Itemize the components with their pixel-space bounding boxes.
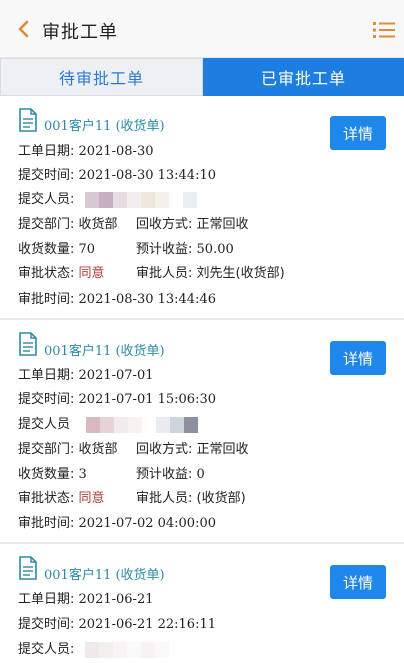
dept-label: 提交部门: (18, 442, 75, 457)
status-label: 审批状态: (18, 491, 75, 506)
income-value: 0 (196, 467, 205, 482)
submitter-label: 提交人员 (18, 417, 71, 432)
work-order-card: 001客户11 (收货单) 详情 工单日期: 2021-08-30 提交时间: … (0, 96, 404, 318)
submitter-row: 提交人员 (18, 413, 199, 433)
income-row: 预计收益: 50.00 (136, 238, 234, 257)
submitter-redacted (86, 416, 199, 433)
dept-row: 提交部门: 收货部 (18, 213, 118, 232)
approve-time-label: 审批时间: (18, 516, 75, 531)
app-header: 审批工单 (0, 0, 404, 58)
order-date-value: 2021-06-21 (78, 592, 154, 607)
qty-label: 收货数量: (18, 242, 75, 257)
approver-label: 审批人员: (136, 266, 193, 281)
submit-time-label: 提交时间: (18, 392, 75, 407)
work-order-card: 001客户11 (收货单) 详情 工单日期: 2021-07-01 提交时间: … (0, 320, 404, 542)
submit-time-value: 2021-06-21 22:16:11 (78, 617, 217, 632)
tab-pending[interactable]: 待审批工单 (0, 58, 203, 96)
dept-value: 收货部 (78, 442, 118, 457)
dept-value: 收货部 (78, 217, 118, 232)
order-date-row: 工单日期: 2021-07-01 (18, 364, 153, 383)
method-row: 回收方式: 正常回收 (136, 438, 249, 457)
status-label: 审批状态: (18, 266, 75, 281)
document-icon (19, 108, 37, 132)
dept-label: 提交部门: (18, 217, 75, 232)
order-date-label: 工单日期: (18, 144, 75, 159)
customer-name: 001客户11 (收货单) (44, 568, 165, 583)
customer-name: 001客户11 (收货单) (44, 119, 165, 134)
approver-label: 审批人员: (136, 491, 193, 506)
submit-time-label: 提交时间: (18, 617, 75, 632)
submit-time-value: 2021-08-30 13:44:10 (78, 168, 217, 183)
approver-value: 刘先生(收货部) (196, 266, 285, 281)
dept-row: 提交部门: 收货部 (18, 438, 118, 457)
qty-label: 收货数量: (18, 467, 75, 482)
approve-time-row: 审批时间: 2021-07-02 04:00:00 (18, 512, 216, 531)
submitter-label: 提交人员: (18, 642, 75, 657)
status-value: 同意 (78, 266, 105, 281)
method-label: 回收方式: (136, 442, 193, 457)
detail-button[interactable]: 详情 (330, 565, 386, 599)
order-date-value: 2021-07-01 (78, 368, 154, 383)
approve-time-row: 审批时间: 2021-08-30 13:44:46 (18, 288, 216, 307)
qty-row: 收货数量: 70 (18, 238, 95, 257)
list-menu-icon[interactable] (372, 20, 396, 40)
submitter-row: 提交人员: (18, 638, 169, 658)
submitter-row: 提交人员: (18, 188, 197, 208)
submit-time-row: 提交时间: 2021-06-21 22:16:11 (18, 613, 216, 632)
method-row: 回收方式: 正常回收 (136, 213, 249, 232)
method-value: 正常回收 (196, 442, 249, 457)
order-date-label: 工单日期: (18, 592, 75, 607)
submitter-redacted (84, 191, 197, 208)
submit-time-value: 2021-07-01 15:06:30 (78, 392, 217, 407)
document-icon (19, 556, 37, 580)
document-icon (19, 332, 37, 356)
tab-bar: 待审批工单 已审批工单 (0, 58, 404, 96)
approver-row: 审批人员: 刘先生(收货部) (136, 262, 285, 281)
approve-time-value: 2021-07-02 04:00:00 (78, 516, 217, 531)
approver-value: (收货部) (196, 491, 246, 506)
approver-row: 审批人员: (收货部) (136, 487, 246, 506)
method-value: 正常回收 (196, 217, 249, 232)
method-label: 回收方式: (136, 217, 193, 232)
work-order-card: 001客户11 (收货单) 详情 工单日期: 2021-06-21 提交时间: … (0, 544, 404, 663)
status-row: 审批状态: 同意 (18, 487, 105, 506)
submit-time-row: 提交时间: 2021-07-01 15:06:30 (18, 388, 216, 407)
order-date-value: 2021-08-30 (78, 144, 154, 159)
qty-value: 3 (78, 467, 87, 482)
status-value: 同意 (78, 491, 105, 506)
submitter-label: 提交人员: (18, 192, 75, 207)
page-title: 审批工单 (42, 22, 118, 43)
submitter-redacted (84, 641, 169, 658)
income-row: 预计收益: 0 (136, 463, 205, 482)
qty-row: 收货数量: 3 (18, 463, 87, 482)
submit-time-row: 提交时间: 2021-08-30 13:44:10 (18, 164, 216, 183)
approve-time-label: 审批时间: (18, 292, 75, 307)
income-label: 预计收益: (136, 242, 193, 257)
order-date-row: 工单日期: 2021-08-30 (18, 140, 153, 159)
income-label: 预计收益: (136, 467, 193, 482)
approve-time-value: 2021-08-30 13:44:46 (78, 292, 217, 307)
status-row: 审批状态: 同意 (18, 262, 105, 281)
back-arrow-icon[interactable] (14, 19, 34, 39)
tab-approved[interactable]: 已审批工单 (203, 58, 404, 96)
submit-time-label: 提交时间: (18, 168, 75, 183)
order-date-label: 工单日期: (18, 368, 75, 383)
income-value: 50.00 (196, 242, 234, 257)
order-date-row: 工单日期: 2021-06-21 (18, 588, 153, 607)
detail-button[interactable]: 详情 (330, 116, 386, 150)
customer-name: 001客户11 (收货单) (44, 344, 165, 359)
detail-button[interactable]: 详情 (330, 341, 386, 375)
qty-value: 70 (78, 242, 96, 257)
